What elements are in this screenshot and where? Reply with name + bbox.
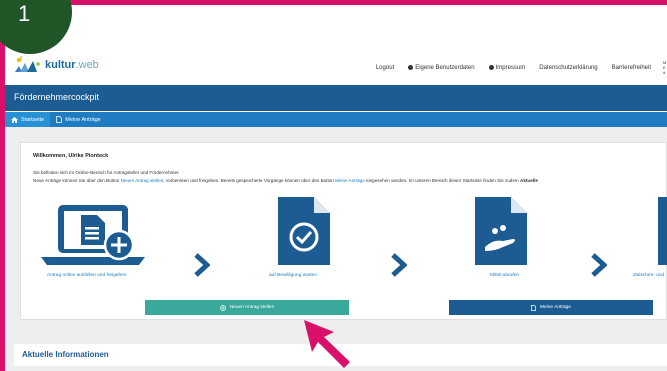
home-icon bbox=[11, 116, 18, 123]
document-icon bbox=[658, 197, 667, 265]
step-label-funds: Mittel abrufen bbox=[490, 273, 520, 278]
tab-meine-antraege[interactable]: Meine Anträge bbox=[50, 112, 106, 127]
nav-accessibility[interactable]: Barrierefreiheit bbox=[612, 65, 651, 71]
step-label-fill: Antrag online ausfüllen und freigeben bbox=[47, 273, 127, 278]
step-label-interim: Zwischen- und bbox=[633, 273, 665, 278]
nav-logout[interactable]: Logout bbox=[376, 65, 394, 71]
logo-text: kultur.web bbox=[45, 59, 99, 71]
title-bar: Fördernehmercockpit bbox=[5, 85, 667, 111]
nav-impressum[interactable]: Impressum bbox=[488, 65, 525, 71]
document-coins-hand-icon bbox=[475, 197, 527, 265]
nav-cutoff: MEd bbox=[663, 60, 667, 75]
music-note-logo-icon bbox=[15, 56, 40, 72]
welcome-card: Willkommen, Ulrike Pionteck Sie befinden… bbox=[20, 142, 667, 320]
top-nav: Logout Eigene Benutzerdaten Impressum Da… bbox=[362, 60, 667, 75]
laptop-document-add-icon bbox=[41, 205, 145, 265]
document-check-icon bbox=[278, 197, 330, 265]
nav-user-data[interactable]: Eigene Benutzerdaten bbox=[408, 65, 475, 71]
page-title: Fördernehmercockpit bbox=[14, 92, 100, 102]
instructions-text: Neue Anträge können Sie über den Button … bbox=[33, 178, 538, 183]
link-new-application[interactable]: Neuen Antrag stellen bbox=[121, 178, 164, 183]
nav-privacy[interactable]: Datenschutzerklärung bbox=[539, 65, 597, 71]
my-applications-button[interactable]: Meine Anträge bbox=[449, 300, 653, 315]
step-label-wait: auf Bewilligung warten bbox=[269, 273, 317, 278]
link-my-applications[interactable]: Meine Anträge bbox=[335, 178, 365, 183]
chevron-right-icon bbox=[194, 253, 210, 277]
tab-startseite[interactable]: Startseite bbox=[5, 112, 51, 127]
plus-circle-icon bbox=[219, 304, 226, 311]
info-icon bbox=[488, 65, 494, 70]
document-icon bbox=[56, 116, 63, 123]
chevron-right-icon bbox=[391, 253, 407, 277]
cursor-arrow-icon bbox=[304, 320, 350, 368]
step-number: 1 bbox=[18, 1, 31, 26]
intro-text: Sie befinden sich im Online-Bereich für … bbox=[33, 170, 180, 175]
top-header: kultur.web Logout Eigene Benutzerdaten I… bbox=[5, 48, 667, 84]
person-icon bbox=[408, 65, 414, 70]
chevron-right-icon bbox=[591, 253, 607, 277]
news-heading: Aktuelle Informationen bbox=[22, 350, 109, 359]
main-nav: Startseite Meine Anträge bbox=[5, 112, 667, 127]
new-application-button[interactable]: Neuen Antrag stellen bbox=[145, 300, 349, 315]
welcome-heading: Willkommen, Ulrike Pionteck bbox=[33, 153, 109, 159]
document-icon bbox=[531, 304, 536, 311]
logo[interactable]: kultur.web bbox=[13, 56, 99, 74]
